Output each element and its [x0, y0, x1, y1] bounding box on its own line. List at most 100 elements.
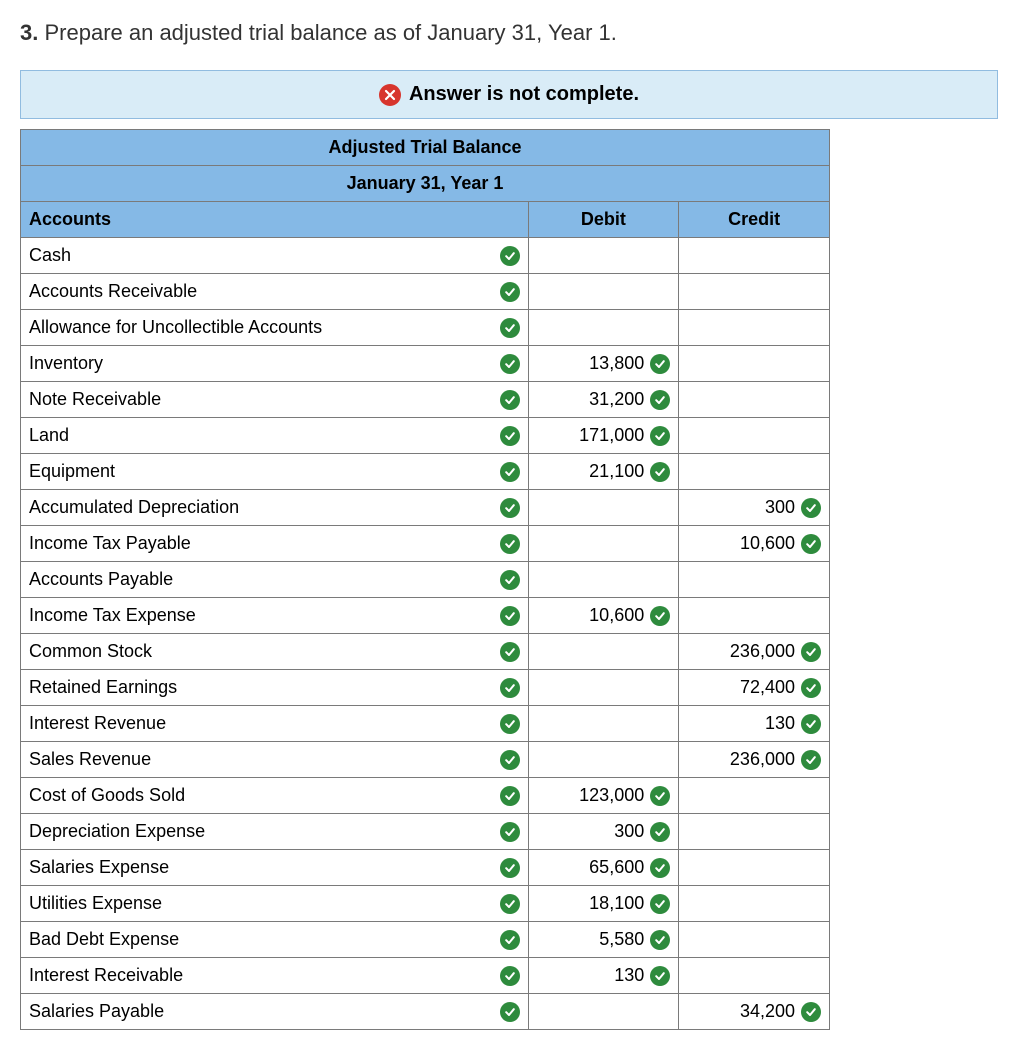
account-name[interactable]: Interest Revenue — [29, 713, 166, 734]
check-icon — [500, 498, 520, 518]
check-icon — [801, 534, 821, 554]
credit-value[interactable]: 10,600 — [740, 533, 795, 554]
check-icon — [500, 750, 520, 770]
check-icon — [500, 714, 520, 734]
check-icon — [801, 498, 821, 518]
status-text: Answer is not complete. — [409, 83, 639, 106]
account-name[interactable]: Retained Earnings — [29, 677, 177, 698]
account-name[interactable]: Cash — [29, 245, 71, 266]
table-title-2: January 31, Year 1 — [21, 166, 830, 202]
debit-value[interactable]: 18,100 — [589, 893, 644, 914]
account-name[interactable]: Utilities Expense — [29, 893, 162, 914]
debit-value[interactable]: 21,100 — [589, 461, 644, 482]
check-icon — [801, 750, 821, 770]
account-name[interactable]: Inventory — [29, 353, 103, 374]
table-row: Interest Revenue 130 — [21, 706, 830, 742]
check-icon — [650, 894, 670, 914]
account-name[interactable]: Allowance for Uncollectible Accounts — [29, 317, 322, 338]
credit-value[interactable]: 236,000 — [730, 749, 795, 770]
account-name[interactable]: Note Receivable — [29, 389, 161, 410]
account-name[interactable]: Land — [29, 425, 69, 446]
check-icon — [500, 606, 520, 626]
check-icon — [500, 246, 520, 266]
table-row: Income Tax Payable 10,600 — [21, 526, 830, 562]
question-number: 3. — [20, 20, 38, 45]
debit-value[interactable]: 65,600 — [589, 857, 644, 878]
credit-value[interactable]: 300 — [765, 497, 795, 518]
column-header-accounts: Accounts — [21, 202, 529, 238]
account-name[interactable]: Interest Receivable — [29, 965, 183, 986]
check-icon — [500, 1002, 520, 1022]
table-row: Accumulated Depreciation 300 — [21, 490, 830, 526]
check-icon — [500, 390, 520, 410]
credit-value[interactable]: 236,000 — [730, 641, 795, 662]
account-name[interactable]: Accounts Payable — [29, 569, 173, 590]
check-icon — [801, 1002, 821, 1022]
check-icon — [650, 354, 670, 374]
check-icon — [650, 462, 670, 482]
check-icon — [500, 858, 520, 878]
check-icon — [500, 534, 520, 554]
table-row: Salaries Payable 34,200 — [21, 994, 830, 1030]
status-bar: Answer is not complete. — [20, 70, 998, 119]
account-name[interactable]: Equipment — [29, 461, 115, 482]
credit-value[interactable]: 72,400 — [740, 677, 795, 698]
debit-value[interactable]: 171,000 — [579, 425, 644, 446]
account-name[interactable]: Salaries Expense — [29, 857, 169, 878]
table-row: Land 171,000 — [21, 418, 830, 454]
table-row: Cash — [21, 238, 830, 274]
debit-value[interactable]: 130 — [614, 965, 644, 986]
trial-balance-table: Adjusted Trial Balance January 31, Year … — [20, 129, 830, 1030]
column-header-debit: Debit — [528, 202, 679, 238]
table-row: Salaries Expense 65,600 — [21, 850, 830, 886]
account-name[interactable]: Common Stock — [29, 641, 152, 662]
table-row: Utilities Expense 18,100 — [21, 886, 830, 922]
debit-value[interactable]: 31,200 — [589, 389, 644, 410]
check-icon — [500, 282, 520, 302]
check-icon — [500, 462, 520, 482]
account-name[interactable]: Income Tax Payable — [29, 533, 191, 554]
table-row: Equipment 21,100 — [21, 454, 830, 490]
account-name[interactable]: Bad Debt Expense — [29, 929, 179, 950]
check-icon — [650, 426, 670, 446]
table-row: Income Tax Expense 10,600 — [21, 598, 830, 634]
debit-value[interactable]: 300 — [614, 821, 644, 842]
account-name[interactable]: Accounts Receivable — [29, 281, 197, 302]
check-icon — [650, 390, 670, 410]
table-row: Accounts Payable — [21, 562, 830, 598]
debit-value[interactable]: 13,800 — [589, 353, 644, 374]
check-icon — [801, 678, 821, 698]
account-name[interactable]: Salaries Payable — [29, 1001, 164, 1022]
check-icon — [500, 318, 520, 338]
debit-value[interactable]: 5,580 — [599, 929, 644, 950]
check-icon — [500, 570, 520, 590]
check-icon — [500, 426, 520, 446]
account-name[interactable]: Cost of Goods Sold — [29, 785, 185, 806]
question-prompt: 3. Prepare an adjusted trial balance as … — [20, 20, 998, 46]
account-name[interactable]: Income Tax Expense — [29, 605, 196, 626]
table-row: Depreciation Expense 300 — [21, 814, 830, 850]
check-icon — [650, 606, 670, 626]
account-name[interactable]: Depreciation Expense — [29, 821, 205, 842]
check-icon — [650, 858, 670, 878]
debit-value[interactable]: 123,000 — [579, 785, 644, 806]
credit-value[interactable]: 130 — [765, 713, 795, 734]
check-icon — [500, 678, 520, 698]
table-title-1: Adjusted Trial Balance — [21, 130, 830, 166]
check-icon — [801, 642, 821, 662]
credit-value[interactable]: 34,200 — [740, 1001, 795, 1022]
account-name[interactable]: Sales Revenue — [29, 749, 151, 770]
debit-value[interactable]: 10,600 — [589, 605, 644, 626]
check-icon — [500, 822, 520, 842]
account-name[interactable]: Accumulated Depreciation — [29, 497, 239, 518]
table-row: Interest Receivable 130 — [21, 958, 830, 994]
check-icon — [650, 822, 670, 842]
table-row: Bad Debt Expense 5,580 — [21, 922, 830, 958]
table-row: Sales Revenue 236,000 — [21, 742, 830, 778]
check-icon — [650, 786, 670, 806]
check-icon — [500, 642, 520, 662]
check-icon — [801, 714, 821, 734]
check-icon — [650, 930, 670, 950]
table-row: Note Receivable 31,200 — [21, 382, 830, 418]
table-row: Accounts Receivable — [21, 274, 830, 310]
